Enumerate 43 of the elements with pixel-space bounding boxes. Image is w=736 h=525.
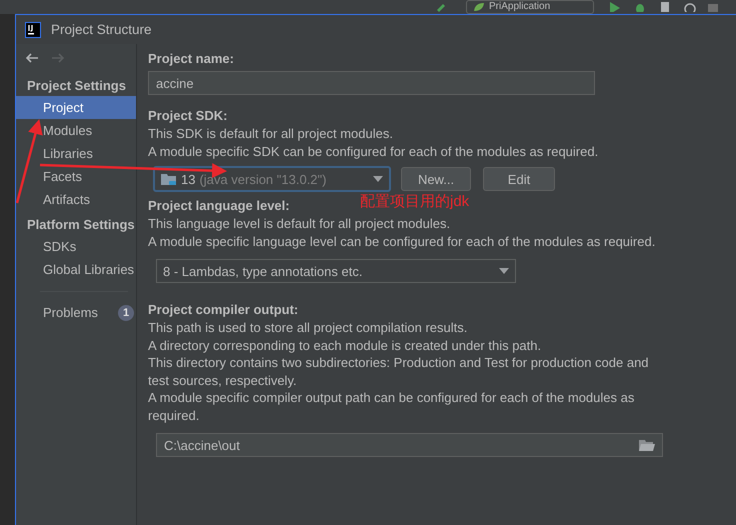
field-label: Project compiler output: [148,301,298,319]
run-configuration-dropdown[interactable]: PriApplication [466,0,594,14]
annotation-text: 配置项目用的jdk [360,192,470,211]
sidebar-item[interactable]: Artifacts [16,188,136,211]
sidebar-heading: Project Settings [26,77,127,95]
sidebar-item[interactable]: Project [16,96,136,119]
description-text: A module specific language level can be configured for each of the modules as required. [148,232,656,250]
sidebar-item[interactable]: Modules [16,119,136,142]
caret-icon [499,268,509,274]
description-text: This path is used to store all project compilation results. [148,319,468,336]
sidebar-item[interactable]: Problems [43,305,98,320]
stop-icon[interactable] [708,2,718,12]
output-path-field[interactable]: C:\accine\out [156,433,663,457]
app-logo-icon [25,22,41,38]
field-label: Project name: [148,50,234,68]
debug-icon[interactable] [634,2,646,12]
description-text: This SDK is default for all project modules. [148,125,393,142]
sidebar-item[interactable]: SDKs [16,235,136,258]
description-text: A directory corresponding to each module is created under this path. [148,336,542,354]
new-button[interactable]: New... [401,167,471,191]
field-label: Project language level: [148,197,290,215]
sidebar-item[interactable]: Facets [16,165,136,188]
caret-icon [373,176,383,182]
description-text: This directory contains two subdirectories: Production and Test for production code and [148,354,649,372]
sidebar-item[interactable]: Libraries [16,142,136,165]
jdk-folder-icon [161,172,177,186]
language-level-dropdown[interactable]: 8 - Lambdas, type annotations etc. [156,259,516,283]
run-icon[interactable] [610,2,620,12]
description-text: required. [148,406,200,424]
description-text: This language level is default for all project modules. [148,215,450,232]
sdk-dropdown[interactable]: 13 (java version "13.0.2") [153,166,391,192]
window-title: Project Structure [51,22,152,37]
sidebar-heading: Platform Settings [26,216,136,234]
sidebar-item[interactable]: Global Libraries [16,258,136,281]
count-badge: 1 [118,304,134,320]
description-text: A module specific SDK can be configured for each of the modules as required. [148,142,598,160]
field-label: Project SDK: [148,107,228,125]
description-text: A module specific compiler output path can be configured for each of the modules as [148,389,634,406]
edit-button[interactable]: Edit [483,167,555,191]
spring-icon [473,2,485,12]
description-text: test sources, respectively. [148,372,297,389]
folder-icon[interactable] [639,439,655,451]
project-name-field[interactable]: accine [148,71,595,95]
